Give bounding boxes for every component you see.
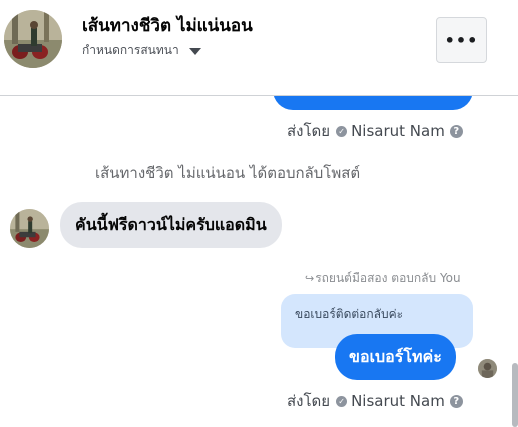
sent-by-label: ส่งโดย ✓ Nisarut Nam ? — [287, 119, 463, 143]
outgoing-message-bubble[interactable]: ขอเบอร์โทค่ะ — [335, 334, 456, 380]
scrollbar-thumb[interactable] — [512, 363, 518, 427]
sender-avatar[interactable] — [10, 209, 49, 248]
more-options-button[interactable]: ••• — [436, 17, 487, 63]
sent-by-prefix: ส่งโดย — [287, 122, 331, 140]
conversation-schedule-selector[interactable]: กำหนดการสนทนา — [82, 41, 201, 60]
sent-by-prefix: ส่งโดย — [287, 392, 331, 410]
check-circle-icon: ✓ — [336, 395, 348, 407]
reply-arrow-icon: ↪ — [305, 272, 315, 285]
reply-label-text: รถยนต์มือสอง ตอบกลับ You — [315, 271, 461, 285]
seen-avatar — [478, 359, 497, 378]
conversation-header: เส้นทางชีวิต ไม่แน่นอน กำหนดการสนทนา ••• — [0, 0, 518, 96]
sender-name: Nisarut Nam — [351, 392, 445, 410]
incoming-message-bubble[interactable]: คันนี้ฟรีดาวน์ไม่ครับแอดมิน — [60, 202, 282, 248]
conversation-title: เส้นทางชีวิต ไม่แน่นอน — [82, 16, 253, 36]
help-icon[interactable]: ? — [449, 394, 463, 408]
contact-avatar[interactable] — [4, 10, 62, 68]
sent-by-label: ส่งโดย ✓ Nisarut Nam ? — [287, 389, 463, 413]
reply-label: ↪ รถยนต์มือสอง ตอบกลับ You — [305, 269, 461, 288]
caret-down-icon — [188, 48, 201, 55]
schedule-label: กำหนดการสนทนา — [82, 43, 179, 57]
check-circle-icon: ✓ — [336, 125, 348, 137]
help-icon[interactable]: ? — [449, 124, 463, 138]
reply-notice: เส้นทางชีวิต ไม่แน่นอน ได้ตอบกลับโพสต์ — [95, 164, 361, 182]
sender-name: Nisarut Nam — [351, 122, 445, 140]
